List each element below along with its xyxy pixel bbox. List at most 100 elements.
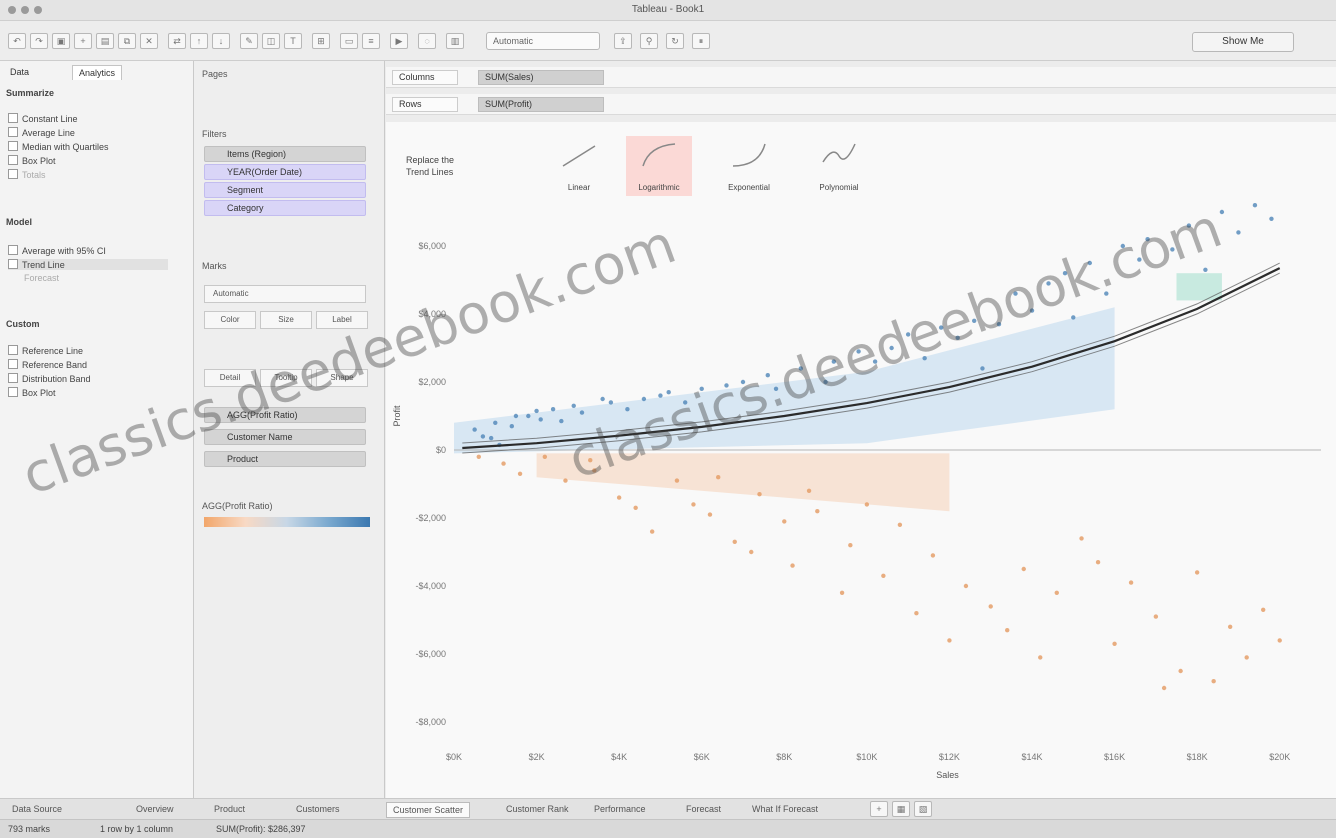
data-point — [1211, 679, 1216, 684]
filter-pill-segment[interactable]: Segment — [204, 182, 366, 198]
undo-icon[interactable]: ↶ — [8, 33, 26, 49]
color-legend-ramp[interactable] — [204, 517, 370, 527]
clear-icon[interactable]: ✕ — [140, 33, 158, 49]
marks-label-button[interactable]: Label — [316, 311, 368, 329]
analytics-item-average-ci[interactable]: Average with 95% CI — [8, 245, 106, 256]
fix-axes-icon[interactable]: ⊞ — [312, 33, 330, 49]
tab-product[interactable]: Product — [208, 802, 251, 816]
marks-pill-profit-ratio[interactable]: AGG(Profit Ratio) — [204, 407, 366, 423]
tab-overview[interactable]: Overview — [130, 802, 180, 816]
data-point — [1277, 638, 1282, 643]
columns-shelf[interactable]: Columns SUM(Sales) — [386, 67, 1336, 88]
duplicate-icon[interactable]: ⧉ — [118, 33, 136, 49]
marks-size-button[interactable]: Size — [260, 311, 312, 329]
trend-option-logarithmic[interactable]: Logarithmic — [626, 136, 692, 196]
scatter-chart[interactable]: $6,000 $4,000 $2,000 $0 -$2,000 -$4,000 -$6,00… — [386, 122, 1336, 798]
data-point — [588, 458, 593, 463]
rows-pill-profit[interactable]: SUM(Profit) — [478, 97, 604, 112]
sort-descending-icon[interactable]: ↓ — [212, 33, 230, 49]
analytics-item-constant-line[interactable]: Constant Line — [8, 113, 78, 124]
filter-pill-category[interactable]: Category — [204, 200, 366, 216]
tab-customer-rank[interactable]: Customer Rank — [500, 802, 575, 816]
tab-customer-scatter[interactable]: Customer Scatter — [386, 802, 471, 818]
marks-pill-customer-name[interactable]: Customer Name — [204, 429, 366, 445]
add-data-source-icon[interactable]: + — [74, 33, 92, 49]
trend-option-exponential[interactable]: Exponential — [716, 136, 782, 196]
analytics-item-totals[interactable]: Totals — [8, 169, 46, 180]
marks-card-title: Marks — [202, 261, 227, 271]
data-point — [716, 475, 721, 480]
rows-shelf[interactable]: Rows SUM(Profit) — [386, 94, 1336, 115]
y-tick-label: -$8,000 — [415, 717, 446, 727]
data-point — [1194, 570, 1200, 575]
share-icon[interactable]: ⇪ — [614, 33, 632, 49]
analytics-item-average-line[interactable]: Average Line — [8, 127, 75, 138]
refresh-icon[interactable]: ↻ — [666, 33, 684, 49]
marks-pill-product[interactable]: Product — [204, 451, 366, 467]
analytics-item-forecast[interactable]: Forecast — [24, 273, 59, 283]
data-point — [773, 386, 779, 391]
tooltip-icon[interactable]: ◌ — [418, 33, 436, 49]
new-worksheet-icon[interactable]: ▤ — [96, 33, 114, 49]
group-icon[interactable]: ◫ — [262, 33, 280, 49]
sort-ascending-icon[interactable]: ↑ — [190, 33, 208, 49]
data-point — [1104, 291, 1109, 296]
chart-type-icon[interactable]: ▥ — [446, 33, 464, 49]
cards-pane: Pages Filters Items (Region) YEAR(Order … — [194, 61, 385, 798]
viz-canvas[interactable]: $6,000 $4,000 $2,000 $0 -$2,000 -$4,000 -$6,00… — [386, 122, 1336, 798]
save-icon[interactable]: ▣ — [52, 33, 70, 49]
analytics-item-custom-box-plot[interactable]: Box Plot — [8, 387, 56, 398]
data-point — [897, 522, 903, 527]
marks-color-button[interactable]: Color — [204, 311, 256, 329]
presentation-mode-icon[interactable]: ▶ — [390, 33, 408, 49]
analytics-item-distribution-band[interactable]: Distribution Band — [8, 373, 91, 384]
data-point — [815, 509, 820, 514]
marks-detail-button[interactable]: Detail — [204, 369, 256, 387]
exponential-trend-icon — [732, 143, 766, 167]
data-point — [1128, 580, 1134, 585]
redo-icon[interactable]: ↷ — [30, 33, 48, 49]
filter-pill-order-date[interactable]: YEAR(Order Date) — [204, 164, 366, 180]
marks-shape-button[interactable]: Shape — [316, 369, 368, 387]
trend-option-polynomial[interactable]: Polynomial — [806, 136, 872, 196]
marks-tooltip-button[interactable]: Tooltip — [260, 369, 312, 387]
tab-forecast[interactable]: Forecast — [680, 802, 727, 816]
trend-option-linear[interactable]: Linear — [546, 136, 612, 196]
format-icon[interactable]: ≡ — [362, 33, 380, 49]
tab-customers[interactable]: Customers — [290, 802, 346, 816]
new-story-icon[interactable]: ▧ — [914, 801, 932, 817]
trend-line-icon — [8, 259, 18, 269]
tab-performance[interactable]: Performance — [588, 802, 652, 816]
tab-analytics[interactable]: Analytics — [72, 65, 123, 80]
color-legend-title: AGG(Profit Ratio) — [202, 501, 273, 511]
highlight-icon[interactable]: ✎ — [240, 33, 258, 49]
marks-type-select[interactable]: Automatic — [486, 32, 600, 50]
data-point — [732, 539, 737, 544]
data-point — [930, 553, 936, 558]
show-me-button[interactable]: Show Me — [1192, 32, 1294, 52]
columns-pill-sales[interactable]: SUM(Sales) — [478, 70, 604, 85]
new-sheet-icon[interactable]: + — [870, 801, 888, 817]
fit-icon[interactable]: ▭ — [340, 33, 358, 49]
data-point — [472, 427, 477, 432]
mark-type-dropdown[interactable]: Automatic — [204, 285, 366, 303]
y-tick-label: -$2,000 — [415, 513, 446, 523]
analytics-item-reference-line[interactable]: Reference Line — [8, 345, 83, 356]
data-point — [513, 413, 519, 419]
swap-rows-columns-icon[interactable]: ⇄ — [168, 33, 186, 49]
status-rows-cols: 1 row by 1 column — [100, 824, 174, 834]
status-sum: SUM(Profit): $286,397 — [216, 824, 306, 834]
tab-data-source[interactable]: Data Source — [6, 802, 68, 816]
filter-pill-region[interactable]: Items (Region) — [204, 146, 366, 162]
new-dashboard-icon[interactable]: ▦ — [892, 801, 910, 817]
tab-data[interactable]: Data — [4, 65, 35, 79]
analytics-item-trend-line[interactable]: Trend Line — [8, 259, 168, 270]
data-point — [1046, 281, 1051, 286]
analytics-item-median-quartiles[interactable]: Median with Quartiles — [8, 141, 109, 152]
analytics-item-box-plot[interactable]: Box Plot — [8, 155, 56, 166]
filter-icon[interactable]: ⚲ — [640, 33, 658, 49]
labels-icon[interactable]: T — [284, 33, 302, 49]
pause-icon[interactable]: ⏸ — [692, 33, 710, 49]
analytics-item-reference-band[interactable]: Reference Band — [8, 359, 87, 370]
tab-what-if-forecast[interactable]: What If Forecast — [746, 802, 824, 816]
